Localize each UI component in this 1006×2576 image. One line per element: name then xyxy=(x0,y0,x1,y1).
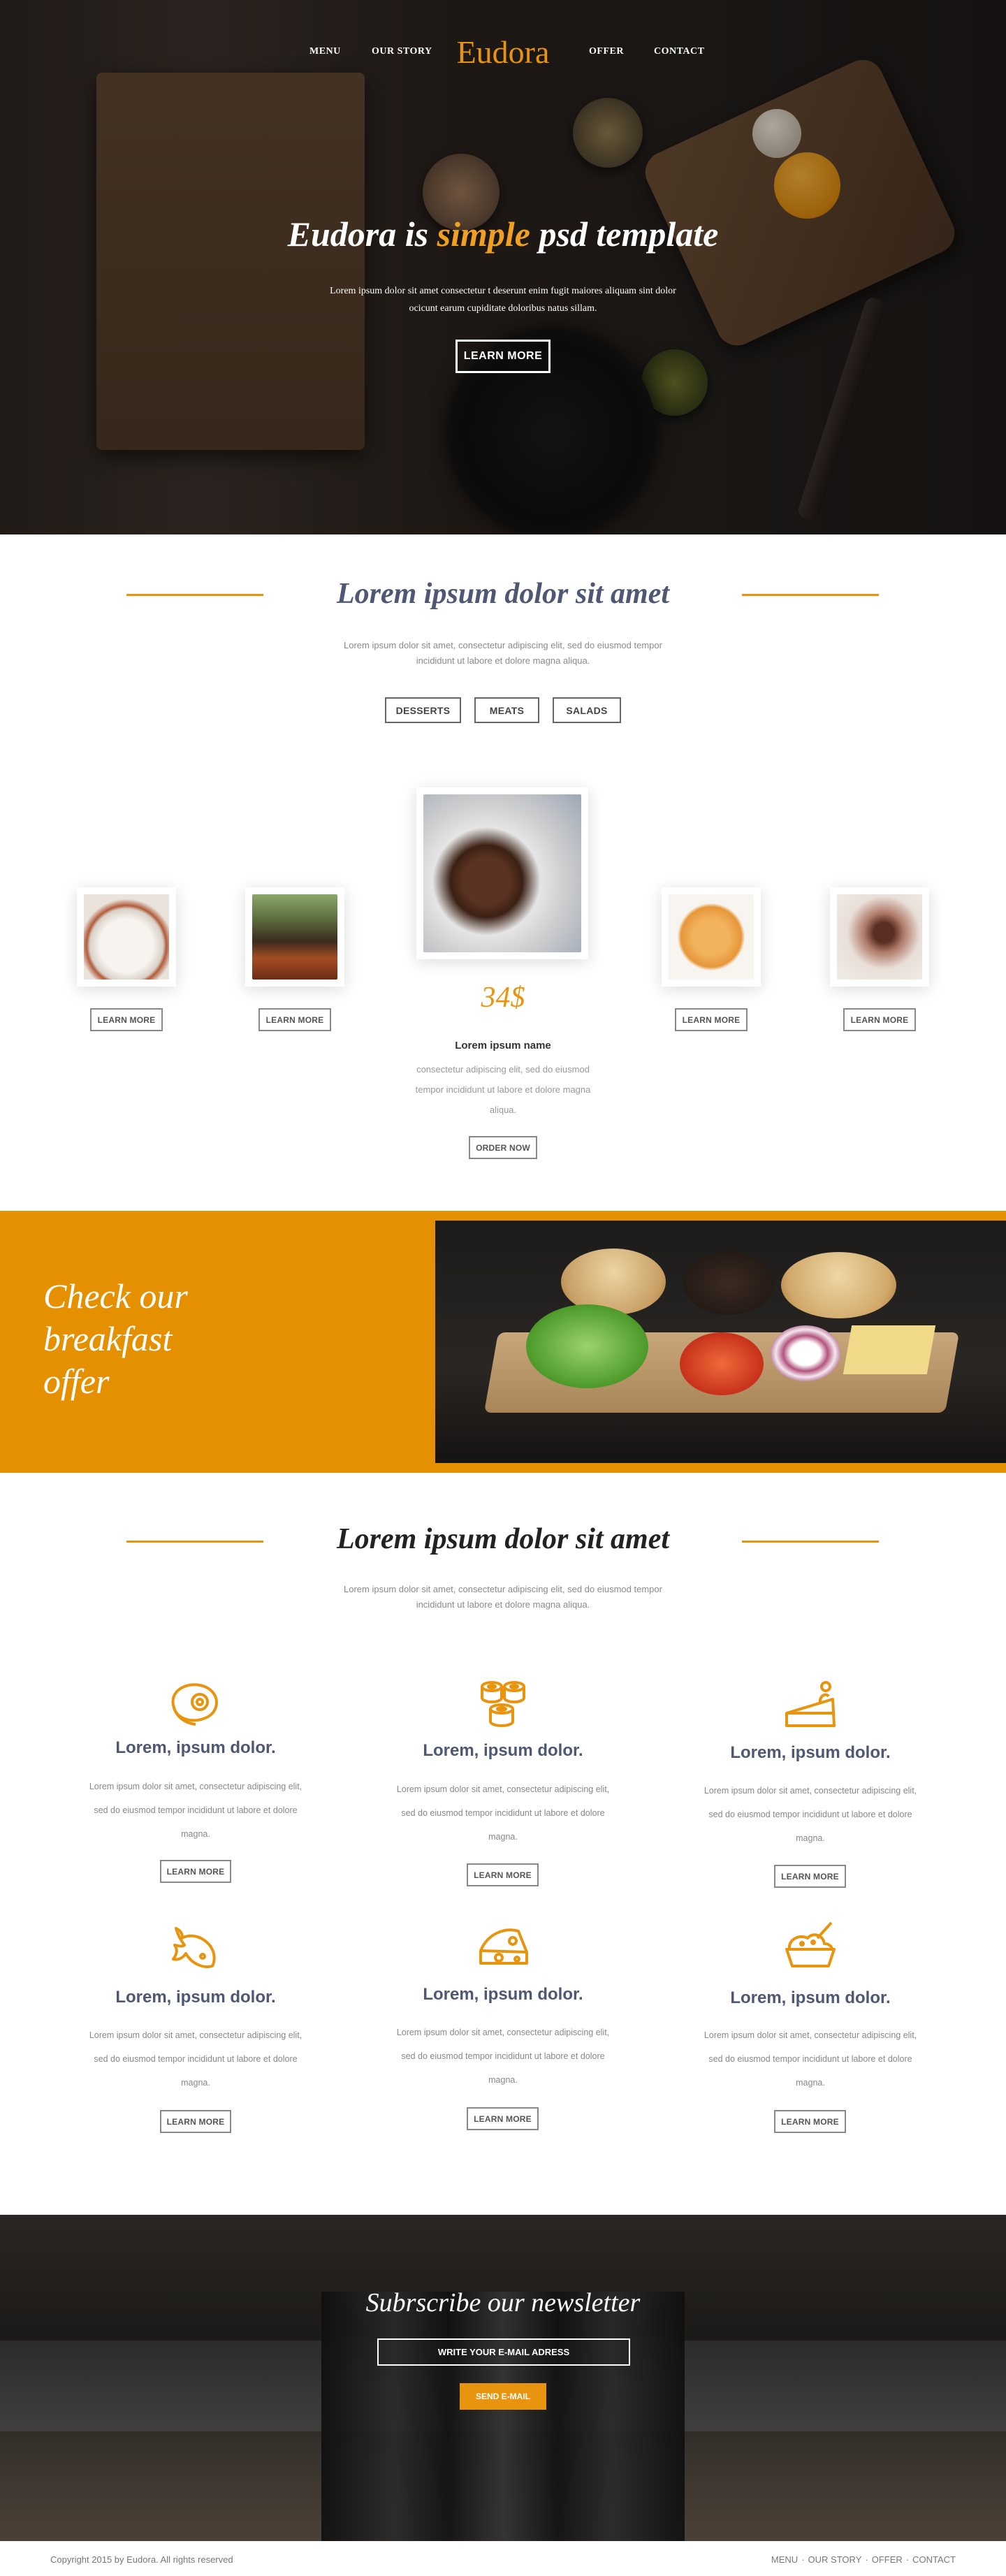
top-nav: MENU OUR STORY Eudora OFFER CONTACT xyxy=(0,35,1006,70)
hero-title-part: Eudora is xyxy=(287,214,437,254)
footer-separator: · xyxy=(801,2554,805,2565)
escalator-image xyxy=(321,2292,685,2541)
learn-more-button[interactable]: LEARN MORE xyxy=(843,1008,916,1031)
steak-icon xyxy=(171,1683,218,1726)
learn-more-button[interactable]: LEARN MORE xyxy=(467,1863,539,1886)
section-title: Lorem ipsum dolor sit amet xyxy=(336,1523,670,1555)
menu-item-card[interactable] xyxy=(245,887,344,987)
learn-more-button[interactable]: LEARN MORE xyxy=(467,2107,539,2130)
cake-icon xyxy=(785,1681,836,1727)
salad-plate-image xyxy=(84,894,169,980)
hero-section: MENU OUR STORY Eudora OFFER CONTACT Eudo… xyxy=(0,0,1006,534)
divider-line xyxy=(742,594,879,596)
send-email-button[interactable]: SEND E-MAIL xyxy=(460,2383,546,2410)
learn-more-button[interactable]: LEARN MORE xyxy=(90,1008,163,1031)
feature-title: Lorem, ipsum dolor. xyxy=(730,1988,891,2007)
breakfast-heading: Check our breakfast offer xyxy=(43,1276,188,1401)
feature-title: Lorem, ipsum dolor. xyxy=(423,1985,583,2004)
feature-description: Lorem ipsum dolor sit amet, consectetur … xyxy=(89,1782,302,1839)
onion-shape xyxy=(771,1325,840,1381)
footer-contact-link[interactable]: CONTACT xyxy=(912,2554,956,2565)
dessert-icon xyxy=(785,1921,836,1967)
learn-more-button[interactable]: LEARN MORE xyxy=(774,1865,846,1888)
featured-name: Lorem ipsum name xyxy=(455,1040,551,1051)
hero-title: Eudora is simple psd template xyxy=(0,214,1006,254)
section-description: Lorem ipsum dolor sit amet, consectetur … xyxy=(344,1584,662,1610)
menu-item-card[interactable] xyxy=(662,887,761,987)
hero-title-highlight: simple xyxy=(437,214,530,254)
dessert-image xyxy=(837,894,922,980)
feature-description: Lorem ipsum dolor sit amet, consectetur … xyxy=(89,2030,302,2088)
cheese-icon xyxy=(479,1928,528,1965)
nav-our-story-link[interactable]: OUR STORY xyxy=(372,46,432,57)
order-now-button[interactable]: ORDER NOW xyxy=(469,1136,537,1159)
divider-line xyxy=(742,1541,879,1543)
burger-ingredients-image xyxy=(435,1221,1006,1463)
nav-menu-link[interactable]: MENU xyxy=(309,46,341,57)
nav-offer-link[interactable]: OFFER xyxy=(589,46,624,57)
featured-description: consectetur adipiscing elit, sed do eius… xyxy=(415,1064,591,1115)
feature-title: Lorem, ipsum dolor. xyxy=(730,1743,891,1762)
pizza-image xyxy=(669,894,754,980)
newsletter-title: Subrscribe our newsletter xyxy=(365,2288,641,2317)
patty-shape xyxy=(683,1252,774,1315)
featured-price: 34$ xyxy=(481,982,525,1014)
footer: Copyright 2015 by Eudora. All rights res… xyxy=(0,2541,1006,2576)
footer-offer-link[interactable]: OFFER xyxy=(872,2554,903,2565)
learn-more-button[interactable]: LEARN MORE xyxy=(675,1008,748,1031)
hero-learn-more-button[interactable]: LEARN MORE xyxy=(455,340,551,373)
copyright-text: Copyright 2015 by Eudora. All rights res… xyxy=(50,2554,233,2565)
feature-description: Lorem ipsum dolor sit amet, consectetur … xyxy=(704,1786,917,1843)
hero-title-part: psd template xyxy=(530,214,719,254)
tab-desserts[interactable]: DESSERTS xyxy=(385,697,461,723)
learn-more-button[interactable]: LEARN MORE xyxy=(160,2110,231,2133)
footer-our-story-link[interactable]: OUR STORY xyxy=(808,2554,862,2565)
grill-image xyxy=(252,894,337,980)
footer-separator: · xyxy=(905,2554,910,2565)
tab-meats[interactable]: MEATS xyxy=(474,697,539,723)
footer-separator: · xyxy=(865,2554,868,2565)
feature-title: Lorem, ipsum dolor. xyxy=(423,1741,583,1760)
fish-icon xyxy=(172,1927,216,1968)
logo[interactable]: Eudora xyxy=(447,35,559,70)
hero-description: Lorem ipsum dolor sit amet consectetur t… xyxy=(330,286,676,314)
steak-plate-image xyxy=(423,794,581,952)
sushi-icon xyxy=(481,1681,525,1727)
cheese-shape xyxy=(843,1325,936,1374)
tab-salads[interactable]: SALADS xyxy=(553,697,621,723)
section-description: Lorem ipsum dolor sit amet, consectetur … xyxy=(344,640,662,666)
breakfast-banner[interactable]: Check our breakfast offer xyxy=(0,1211,1006,1473)
footer-menu-link[interactable]: MENU xyxy=(771,2554,798,2565)
learn-more-button[interactable]: LEARN MORE xyxy=(774,2110,846,2133)
lettuce-shape xyxy=(526,1304,648,1388)
menu-item-card[interactable] xyxy=(77,887,176,987)
feature-description: Lorem ipsum dolor sit amet, consectetur … xyxy=(396,1784,610,1842)
nav-contact-link[interactable]: CONTACT xyxy=(654,46,704,57)
learn-more-button[interactable]: LEARN MORE xyxy=(160,1860,231,1883)
learn-more-button[interactable]: LEARN MORE xyxy=(258,1008,331,1031)
footer-nav: MENU · OUR STORY · OFFER · CONTACT xyxy=(771,2554,956,2565)
feature-description: Lorem ipsum dolor sit amet, consectetur … xyxy=(396,2028,610,2085)
menu-item-card[interactable] xyxy=(830,887,929,987)
tomato-shape xyxy=(680,1332,764,1395)
feature-title: Lorem, ipsum dolor. xyxy=(115,1738,276,1757)
hero-overlay xyxy=(0,0,1006,534)
feature-description: Lorem ipsum dolor sit amet, consectetur … xyxy=(704,2030,917,2088)
bun-shape xyxy=(781,1252,896,1318)
email-input[interactable] xyxy=(377,2338,630,2366)
featured-item-card[interactable] xyxy=(416,787,588,959)
newsletter-section: Subrscribe our newsletter SEND E-MAIL xyxy=(0,2215,1006,2541)
feature-title: Lorem, ipsum dolor. xyxy=(115,1988,276,2007)
